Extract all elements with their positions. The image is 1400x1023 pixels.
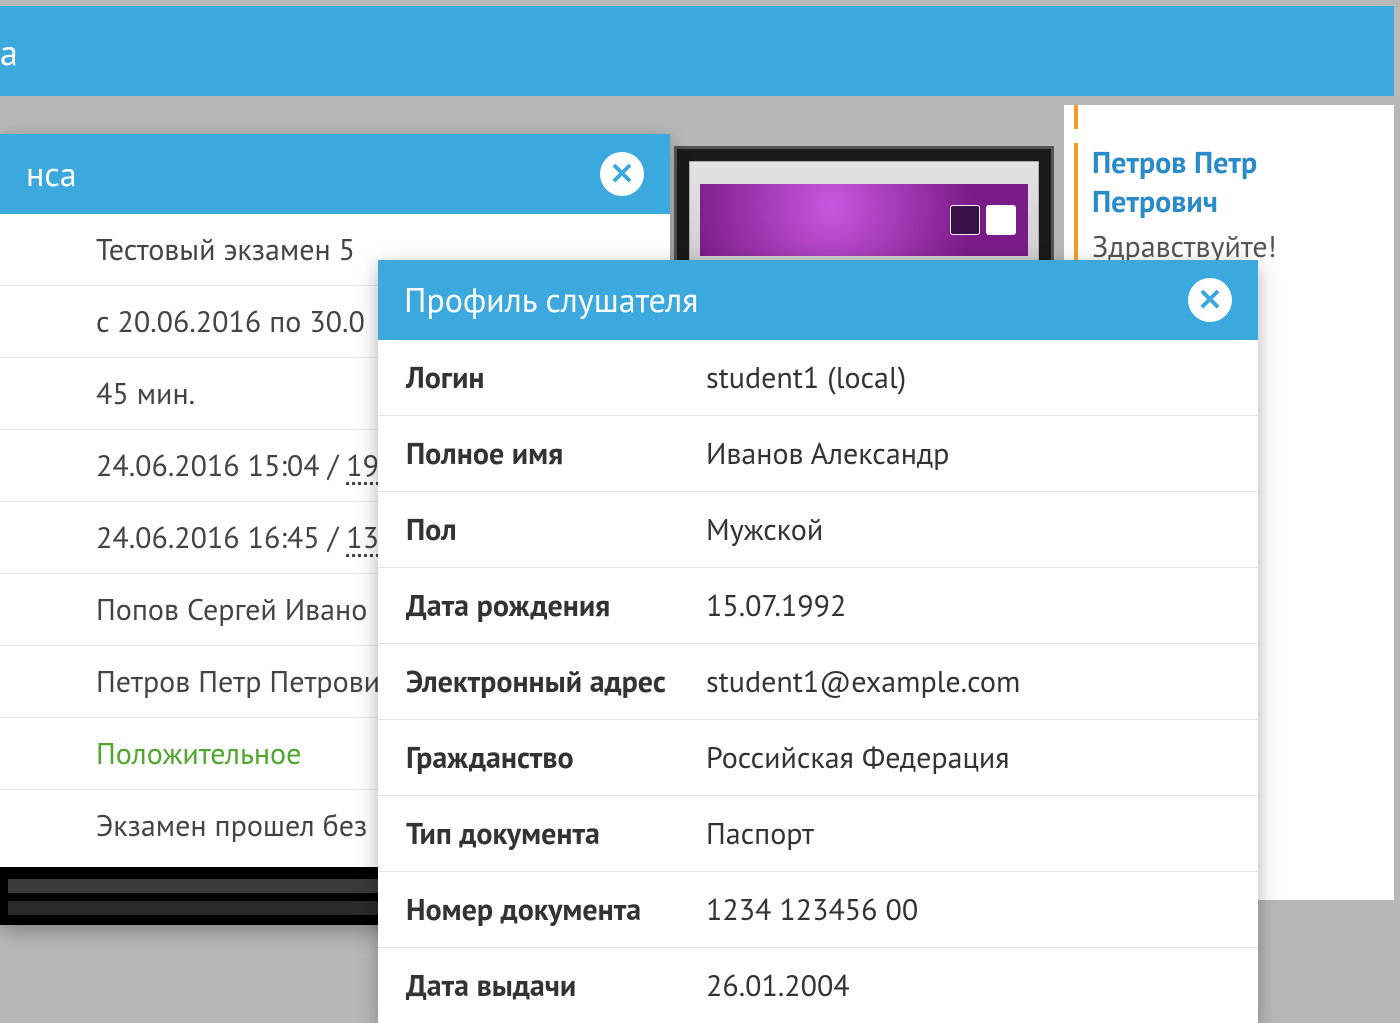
chat-divider bbox=[1074, 105, 1384, 129]
profile-modal-header[interactable]: Профиль слушателя ✕ bbox=[378, 260, 1258, 340]
profile-value: 26.01.2004 bbox=[706, 966, 1230, 1005]
remote-desktop bbox=[700, 184, 1028, 256]
profile-label: Тип документа bbox=[406, 814, 706, 853]
session-end-text: 24.06.2016 16:45 / bbox=[96, 518, 346, 557]
profile-label: Номер документа bbox=[406, 890, 706, 929]
app-top-bar: a bbox=[0, 6, 1394, 96]
profile-row-dob: Дата рождения 15.07.1992 bbox=[378, 567, 1258, 643]
desktop-icon bbox=[986, 205, 1016, 235]
session-start-link[interactable]: 19 bbox=[346, 446, 379, 485]
profile-value: student1@example.com bbox=[706, 662, 1230, 701]
profile-row-issue-date: Дата выдачи 26.01.2004 bbox=[378, 947, 1258, 1023]
chat-author: Петров Петр Петрович bbox=[1092, 143, 1257, 221]
profile-value: 1234 123456 00 bbox=[706, 890, 1230, 929]
profile-value: Российская Федерация bbox=[706, 738, 1230, 777]
profile-label: Гражданство bbox=[406, 738, 706, 777]
profile-row-email: Электронный адрес student1@example.com bbox=[378, 643, 1258, 719]
profile-row-doc-type: Тип документа Паспорт bbox=[378, 795, 1258, 871]
session-end-link[interactable]: 13 bbox=[346, 518, 379, 557]
profile-label: Дата рождения bbox=[406, 586, 706, 625]
profile-row-doc-number: Номер документа 1234 123456 00 bbox=[378, 871, 1258, 947]
session-modal-title: нса bbox=[26, 152, 77, 196]
profile-label: Дата выдачи bbox=[406, 966, 706, 1005]
profile-modal: Профиль слушателя ✕ Логин student1 (loca… bbox=[378, 260, 1258, 1023]
profile-value: Паспорт bbox=[706, 814, 1230, 853]
profile-value: student1 (local) bbox=[706, 358, 1230, 397]
session-start-text: 24.06.2016 15:04 / bbox=[96, 446, 346, 485]
profile-label: Полное имя bbox=[406, 434, 706, 473]
profile-value: Иванов Александр bbox=[706, 434, 1230, 473]
profile-modal-title: Профиль слушателя bbox=[404, 278, 698, 322]
profile-body: Логин student1 (local) Полное имя Иванов… bbox=[378, 340, 1258, 1023]
session-modal-header[interactable]: нса ✕ bbox=[0, 134, 670, 214]
top-bar-title: a bbox=[0, 28, 18, 75]
profile-row-citizenship: Гражданство Российская Федерация bbox=[378, 719, 1258, 795]
remote-window-frame bbox=[689, 161, 1039, 261]
profile-row-gender: Пол Мужской bbox=[378, 491, 1258, 567]
close-icon[interactable]: ✕ bbox=[600, 152, 644, 196]
chat-entry: Петров Петр Петрович Здравствуйте! bbox=[1074, 143, 1384, 266]
profile-label: Пол bbox=[406, 510, 706, 549]
profile-label: Логин bbox=[406, 358, 706, 397]
close-icon[interactable]: ✕ bbox=[1188, 278, 1232, 322]
profile-label: Электронный адрес bbox=[406, 662, 706, 701]
desktop-icon bbox=[950, 205, 980, 235]
profile-row-fullname: Полное имя Иванов Александр bbox=[378, 415, 1258, 491]
profile-value: Мужской bbox=[706, 510, 1230, 549]
profile-row-login: Логин student1 (local) bbox=[378, 340, 1258, 415]
profile-value: 15.07.1992 bbox=[706, 586, 1230, 625]
screen-share-preview[interactable] bbox=[674, 146, 1054, 276]
